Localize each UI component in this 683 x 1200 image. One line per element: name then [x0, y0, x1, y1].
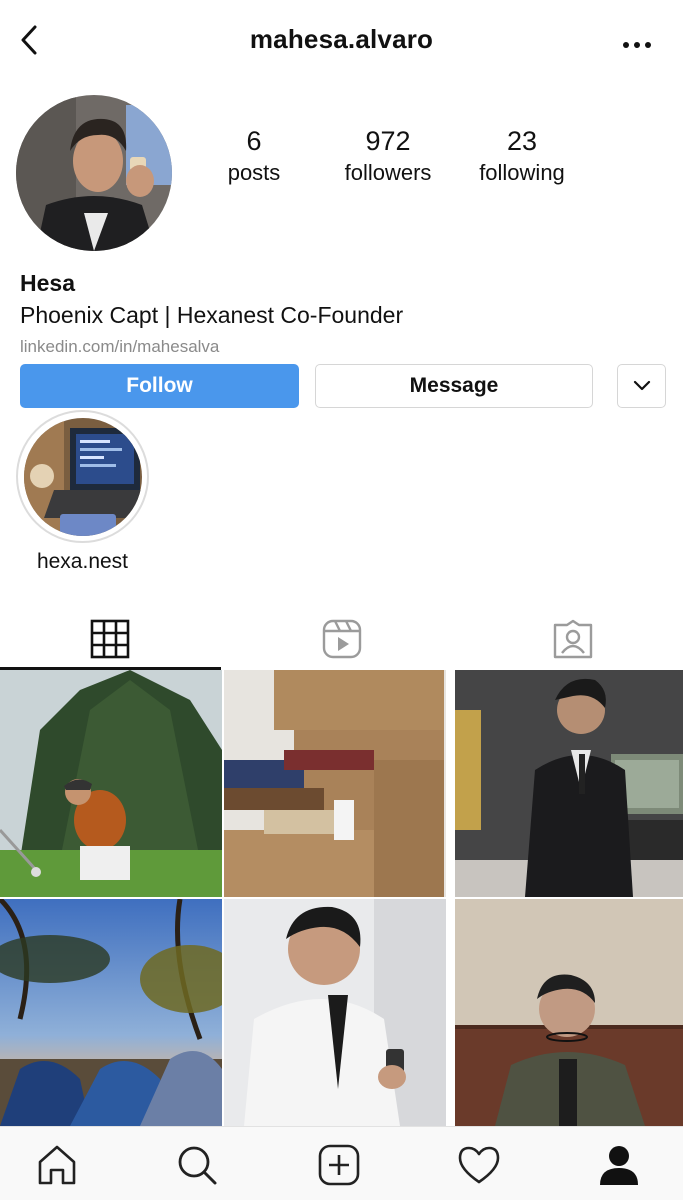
nav-search[interactable] [174, 1143, 220, 1187]
post-photo-white-shirt [224, 899, 446, 1126]
post-thumbnail-6[interactable] [455, 899, 683, 1126]
following-count[interactable]: 23 following [452, 124, 592, 188]
chevron-down-icon [633, 380, 650, 391]
tab-reels[interactable] [232, 608, 452, 670]
top-bar: mahesa.alvaro [0, 0, 683, 80]
post-thumbnail-4[interactable] [0, 899, 222, 1126]
posts-grid [0, 670, 683, 1126]
post-photo-golf [0, 670, 222, 897]
tagged-icon [553, 619, 593, 659]
posts-count-label: posts [227, 160, 281, 185]
highlight-cover [23, 417, 142, 536]
tab-grid[interactable] [0, 608, 220, 670]
post-photo-camping [0, 899, 222, 1126]
profile-tabs [0, 608, 683, 670]
post-photo-leaning [455, 899, 683, 1126]
following-count-value: 23 [506, 126, 538, 156]
highlight-hexa-nest[interactable] [16, 410, 149, 543]
tab-tagged[interactable] [463, 608, 683, 670]
nav-new-post[interactable] [316, 1143, 362, 1187]
profile-bio: Phoenix Capt | Hexanest Co-Founder [20, 302, 404, 328]
post-photo-suit [455, 670, 683, 897]
posts-count-value: 6 [246, 126, 262, 156]
message-button[interactable]: Message [315, 364, 593, 408]
followers-count-label: followers [344, 160, 432, 185]
laptop-photo [23, 417, 142, 536]
post-thumbnail-3[interactable] [455, 670, 683, 897]
post-thumbnail-1[interactable] [0, 670, 222, 897]
nav-home[interactable] [34, 1143, 80, 1187]
nav-activity[interactable] [456, 1143, 502, 1187]
follow-button[interactable]: Follow [20, 364, 299, 408]
avatar[interactable] [16, 95, 172, 251]
posts-count[interactable]: 6 posts [184, 124, 324, 188]
suggested-accounts-button[interactable] [617, 364, 666, 408]
post-photo-books [224, 670, 446, 897]
profile-link[interactable]: linkedin.com/in/mahesalva [20, 337, 219, 357]
profile-photo [16, 95, 172, 251]
home-icon [38, 1145, 76, 1185]
more-options-button[interactable] [619, 30, 655, 60]
bottom-nav [0, 1126, 683, 1200]
search-icon [178, 1146, 217, 1185]
profile-username: mahesa.alvaro [249, 24, 434, 54]
nav-profile[interactable] [596, 1143, 642, 1187]
post-thumbnail-2[interactable] [224, 670, 446, 897]
add-square-icon [318, 1144, 360, 1186]
heart-icon [458, 1146, 500, 1184]
highlight-label: hexa.nest [36, 550, 129, 573]
grid-icon [90, 619, 130, 659]
following-count-label: following [479, 160, 565, 185]
post-thumbnail-5[interactable] [224, 899, 446, 1126]
profile-name: Hesa [20, 270, 75, 296]
more-horizontal-icon [623, 42, 651, 48]
followers-count[interactable]: 972 followers [318, 124, 458, 188]
reels-icon [322, 619, 362, 659]
followers-count-value: 972 [365, 126, 411, 156]
user-icon [600, 1146, 638, 1185]
